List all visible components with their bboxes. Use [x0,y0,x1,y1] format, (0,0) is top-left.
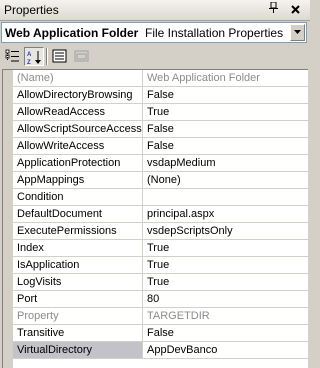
property-name: AppMappings [13,172,143,189]
property-row[interactable]: Index True [13,240,308,257]
property-name: ExecutePermissions [13,223,143,240]
property-value[interactable]: True [143,274,308,291]
property-row[interactable]: Transitive False [13,325,308,342]
chevron-down-icon [294,30,301,34]
property-row[interactable]: IsApplication True [13,257,308,274]
property-row[interactable]: AppMappings (None) [13,172,308,189]
property-value[interactable]: False [143,325,308,342]
property-value[interactable]: True [143,257,308,274]
property-row[interactable]: DefaultDocument principal.aspx [13,206,308,223]
property-name: VirtualDirectory [13,342,143,359]
property-name: Transitive [13,325,143,342]
property-value[interactable]: vsdapMedium [143,155,308,172]
property-row[interactable]: AllowReadAccess True [13,104,308,121]
property-value[interactable]: Web Application Folder [143,70,308,87]
property-pages-button[interactable] [72,47,92,66]
title-bar: Properties [0,0,310,21]
dropdown-arrow-button[interactable] [290,24,305,41]
property-value[interactable]: TARGETDIR [143,308,308,325]
properties-toolbar: A Z [0,45,310,68]
alphabetical-button[interactable]: A Z [24,47,44,66]
property-value[interactable] [143,189,308,206]
property-value[interactable]: False [143,87,308,104]
categorized-button[interactable] [3,47,23,66]
property-value[interactable]: True [143,240,308,257]
property-name: AllowReadAccess [13,104,143,121]
property-name: AllowDirectoryBrowsing [13,87,143,104]
property-value[interactable]: False [143,138,308,155]
property-row[interactable]: Property TARGETDIR [13,308,308,325]
property-row[interactable]: (Name) Web Application Folder [13,70,308,87]
property-row[interactable]: AllowScriptSourceAccess False [13,121,308,138]
property-row[interactable]: AllowDirectoryBrowsing False [13,87,308,104]
property-grid[interactable]: (Name) Web Application Folder AllowDirecto… [2,69,308,368]
properties-icon [52,49,67,63]
selected-object-type: File Installation Properties [145,26,284,40]
property-row[interactable]: AllowWriteAccess False [13,138,308,155]
property-row[interactable]: LogVisits True [13,274,308,291]
property-name: (Name) [13,70,143,87]
property-name: AllowWriteAccess [13,138,143,155]
property-value[interactable]: True [143,104,308,121]
property-value[interactable]: principal.aspx [143,206,308,223]
toolbar-separator [46,48,48,65]
properties-button[interactable] [50,47,70,66]
pin-icon[interactable] [265,1,281,18]
property-row[interactable]: Port 80 [13,291,308,308]
property-name: AllowScriptSourceAccess [13,121,143,138]
property-name: LogVisits [13,274,143,291]
object-selector-dropdown[interactable]: Web Application Folder File Installation… [1,22,307,43]
alphabetical-icon: A Z [27,51,41,65]
property-value[interactable]: False [143,121,308,138]
property-row[interactable]: ExecutePermissions vsdepScriptsOnly [13,223,308,240]
categorized-icon [5,49,19,62]
object-selector-bar: Web Application Folder File Installation… [0,21,310,45]
property-name: IsApplication [13,257,143,274]
property-name: Property [13,308,143,325]
property-grid-gutter [3,70,13,368]
window-title: Properties [4,3,59,17]
property-row[interactable]: ApplicationProtection vsdapMedium [13,155,308,172]
close-icon[interactable] [287,2,303,18]
property-name: DefaultDocument [13,206,143,223]
property-row[interactable]: Condition [13,189,308,206]
property-name: Condition [13,189,143,206]
property-value[interactable]: 80 [143,291,308,308]
property-value[interactable]: AppDevBanco [143,342,308,359]
property-pages-icon [74,50,89,62]
svg-text:A: A [27,52,32,58]
property-value[interactable]: vsdepScriptsOnly [143,223,308,240]
property-row[interactable]: VirtualDirectory AppDevBanco [13,342,308,359]
property-name: ApplicationProtection [13,155,143,172]
svg-text:Z: Z [27,60,31,65]
property-name: Index [13,240,143,257]
property-name: Port [13,291,143,308]
selected-object-name: Web Application Folder [5,26,139,40]
property-value[interactable]: (None) [143,172,308,189]
